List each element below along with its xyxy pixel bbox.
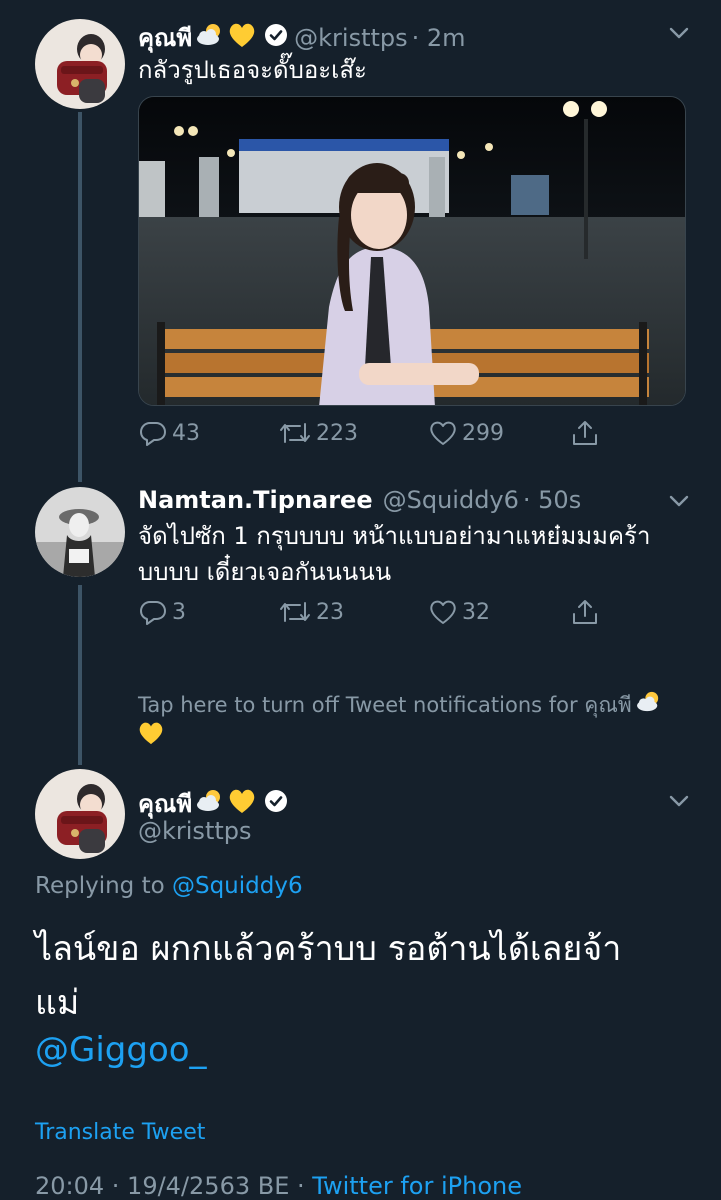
sun-behind-cloud-emoji — [196, 789, 224, 819]
reply-icon — [140, 601, 166, 625]
tweet-actions: 3 23 32 — [138, 597, 608, 631]
replying-to-label: Replying to — [35, 873, 165, 899]
retweet-icon — [280, 602, 310, 622]
tweet-actions: 43 223 299 — [138, 418, 608, 452]
tweet-text: จัดไปซัก 1 กรุบบบบ หน้าแบบอย่ามาแหย๋มมมค… — [138, 518, 698, 590]
heart-icon — [430, 600, 456, 624]
handle[interactable]: @kristtps — [294, 24, 408, 52]
heart-icon — [430, 421, 456, 445]
like-count: 32 — [462, 599, 490, 625]
retweet-count: 223 — [316, 420, 358, 446]
handle[interactable]: @Squiddy6 — [383, 486, 519, 514]
verified-badge-icon — [264, 23, 288, 53]
mention-link[interactable]: @Giggoo_ — [35, 1030, 207, 1070]
verified-badge-icon — [264, 789, 288, 819]
chevron-down-icon[interactable] — [666, 20, 692, 46]
timestamp[interactable]: · 50s — [523, 486, 581, 514]
chevron-down-icon[interactable] — [666, 488, 692, 514]
retweet-icon — [280, 423, 310, 443]
reply-count: 3 — [172, 599, 186, 625]
avatar[interactable] — [35, 769, 125, 859]
sun-behind-cloud-emoji — [636, 691, 662, 721]
display-name[interactable]: Namtan.Tipnaree — [138, 486, 373, 514]
handle[interactable]: @kristtps — [138, 817, 252, 845]
tweet-photo[interactable] — [138, 96, 686, 406]
reply-icon — [140, 422, 166, 446]
like-count: 299 — [462, 420, 504, 446]
replying-to: Replying to @Squiddy6 — [35, 873, 303, 899]
yellow-heart-emoji — [138, 721, 164, 753]
timestamp[interactable]: · 2m — [412, 24, 466, 52]
tweet-meta: 20:04 · 19/4/2563 BE · Twitter for iPhon… — [35, 1172, 522, 1200]
yellow-heart-emoji — [228, 22, 256, 54]
share-button[interactable] — [570, 597, 600, 627]
share-icon — [573, 600, 597, 624]
thread-line — [78, 585, 82, 765]
translate-tweet-button[interactable]: Translate Tweet — [35, 1120, 205, 1145]
notifications-text: Tap here to turn off Tweet notifications… — [138, 693, 632, 717]
tweet-text: ไลน์ขอ ผกกแล้วคร้าบบ รอต้านได้เลยจ้า แม่ — [35, 922, 685, 1030]
chevron-down-icon[interactable] — [666, 788, 692, 814]
avatar[interactable] — [35, 19, 125, 109]
retweet-count: 23 — [316, 599, 344, 625]
reply-button[interactable]: 43 — [138, 418, 200, 448]
avatar[interactable] — [35, 487, 125, 577]
tweet-text-line: แม่ — [35, 983, 80, 1023]
tweet-text-line: จัดไปซัก 1 กรุบบบบ หน้าแบบอย่ามาแหย๋มมมค… — [138, 522, 651, 550]
tweet-text-line: ไลน์ขอ ผกกแล้วคร้าบบ รอต้านได้เลยจ้า — [35, 929, 622, 969]
tweet-source-link[interactable]: Twitter for iPhone — [312, 1172, 522, 1200]
reply-button[interactable]: 3 — [138, 597, 186, 627]
thread-line — [78, 112, 82, 482]
sun-behind-cloud-emoji — [196, 23, 224, 53]
notifications-toggle-link[interactable]: Tap here to turn off Tweet notifications… — [138, 690, 683, 753]
share-button[interactable] — [570, 418, 600, 448]
replying-to-link[interactable]: @Squiddy6 — [172, 873, 303, 899]
like-button[interactable]: 32 — [428, 597, 490, 627]
like-button[interactable]: 299 — [428, 418, 504, 448]
reply-count: 43 — [172, 420, 200, 446]
share-icon — [573, 421, 597, 445]
yellow-heart-emoji — [228, 788, 256, 820]
tweet-text: กลัวรูปเธอจะดั๊บอะเส๊ะ — [138, 56, 367, 84]
tweet-timestamp: 20:04 · 19/4/2563 BE · — [35, 1172, 313, 1200]
tweet-text-line: บบบบ เดี๋ยวเจอกันนนนน — [138, 558, 392, 586]
retweet-button[interactable]: 23 — [278, 597, 344, 627]
retweet-button[interactable]: 223 — [278, 418, 358, 448]
